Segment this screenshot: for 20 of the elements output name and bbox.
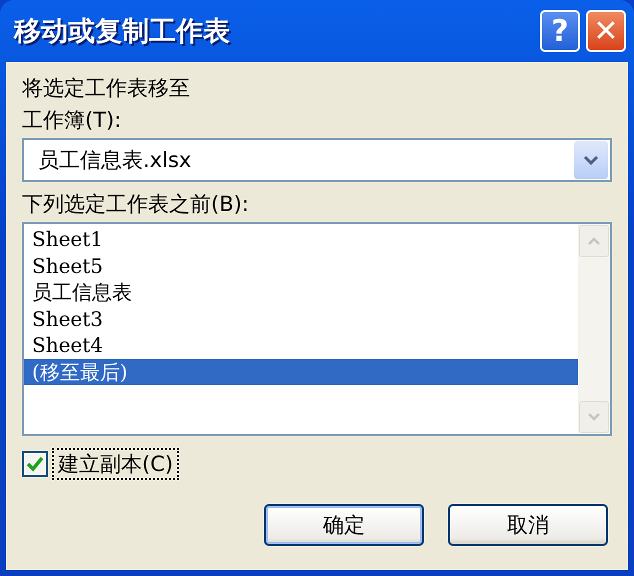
dropdown-button[interactable] [574, 141, 608, 179]
move-to-label: 将选定工作表移至 [22, 75, 191, 102]
workbook-dropdown[interactable]: 员工信息表.xlsx [22, 138, 612, 182]
chevron-down-icon [583, 154, 599, 166]
checkbox[interactable] [22, 451, 48, 477]
sheet-item[interactable]: Sheet3 [24, 306, 578, 332]
sheet-item[interactable]: Sheet5 [24, 252, 578, 279]
help-button[interactable]: ? [540, 10, 580, 52]
sheet-item[interactable]: Sheet4 [24, 332, 578, 358]
before-sheet-label: 下列选定工作表之前(B): [22, 191, 250, 218]
window-title: 移动或复制工作表 [14, 15, 231, 49]
chevron-down-icon [587, 412, 601, 422]
workbook-label: 工作簿(T): [22, 107, 122, 134]
sheet-item[interactable]: 员工信息表 [24, 279, 578, 306]
sheet-item[interactable]: (移至最后) [24, 358, 578, 385]
chevron-up-icon [587, 236, 601, 246]
cancel-button[interactable]: 取消 [448, 504, 608, 546]
sheet-item[interactable]: Sheet1 [24, 226, 578, 252]
ok-button[interactable]: 确定 [264, 504, 424, 546]
create-copy-label[interactable]: 建立副本(C) [52, 448, 180, 480]
